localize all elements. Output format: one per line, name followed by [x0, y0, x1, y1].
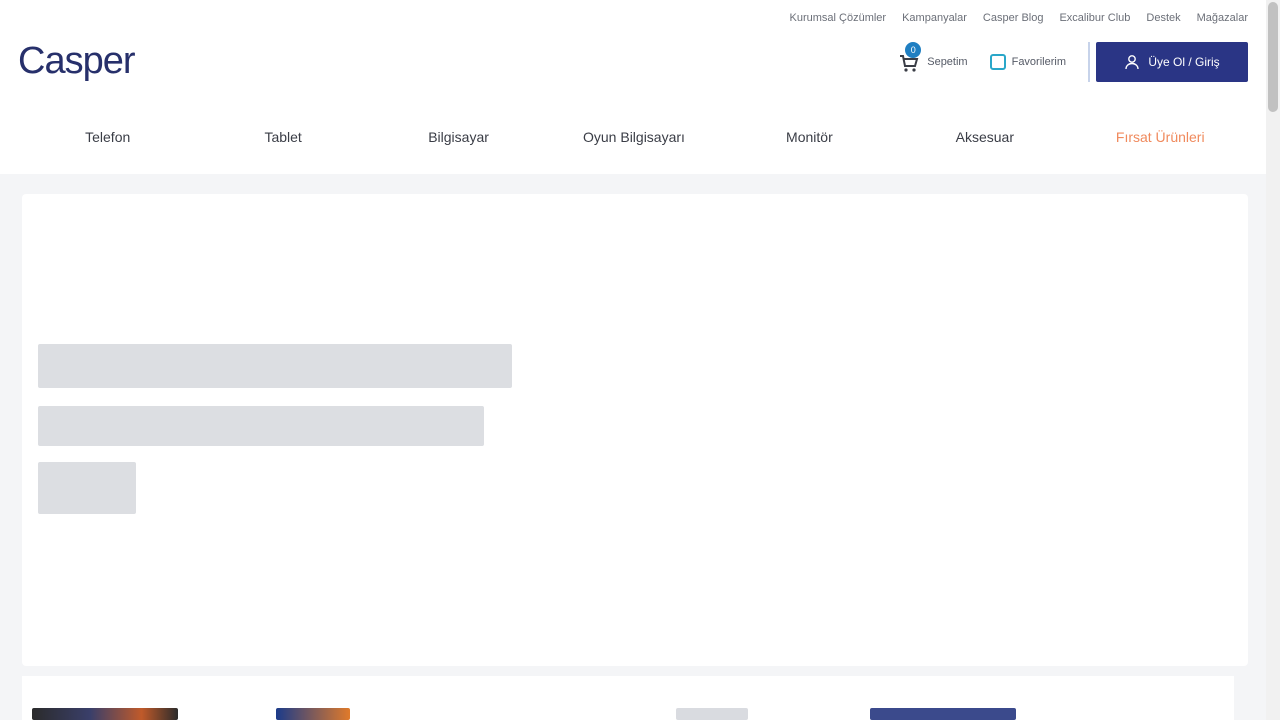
top-link-corporate[interactable]: Kurumsal Çözümler: [790, 12, 887, 24]
skeleton-title: [38, 344, 512, 388]
skeleton-button: [38, 462, 136, 514]
nav-item-tablet[interactable]: Tablet: [195, 110, 370, 164]
top-link-campaigns[interactable]: Kampanyalar: [902, 12, 967, 24]
top-link-stores[interactable]: Mağazalar: [1197, 12, 1248, 24]
top-link-support[interactable]: Destek: [1146, 12, 1180, 24]
header-divider: [1088, 42, 1090, 82]
product-thumbnail[interactable]: [676, 708, 748, 720]
main-nav: Telefon Tablet Bilgisayar Oyun Bilgisaya…: [20, 110, 1248, 164]
site-header: Casper Kurumsal Çözümler Kampanyalar Cas…: [0, 0, 1266, 174]
top-links: Kurumsal Çözümler Kampanyalar Casper Blo…: [790, 12, 1249, 24]
nav-item-phone[interactable]: Telefon: [20, 110, 195, 164]
scrollbar-thumb[interactable]: [1268, 2, 1278, 112]
login-register-button[interactable]: Üye Ol / Giriş: [1096, 42, 1248, 82]
nav-item-computer[interactable]: Bilgisayar: [371, 110, 546, 164]
favorites-button[interactable]: Favorilerim: [989, 54, 1066, 70]
favorites-label: Favorilerim: [1011, 56, 1066, 68]
favorites-icon: [989, 54, 1006, 70]
login-label: Üye Ol / Giriş: [1148, 55, 1220, 69]
top-link-excalibur-club[interactable]: Excalibur Club: [1059, 12, 1130, 24]
nav-item-deals[interactable]: Fırsat Ürünleri: [1073, 110, 1248, 164]
product-thumbnail[interactable]: [870, 708, 1016, 720]
nav-item-gaming-computer[interactable]: Oyun Bilgisayarı: [546, 110, 721, 164]
casper-logo[interactable]: Casper: [18, 40, 135, 83]
nav-item-monitor[interactable]: Monitör: [722, 110, 897, 164]
product-thumbnail[interactable]: [276, 708, 350, 720]
user-icon: [1125, 55, 1140, 70]
cart-button[interactable]: 0 Sepetim: [897, 42, 968, 74]
page-scrollbar[interactable]: [1266, 0, 1280, 720]
cart-icon-wrap: 0: [897, 42, 922, 74]
nav-item-accessories[interactable]: Aksesuar: [897, 110, 1072, 164]
top-link-blog[interactable]: Casper Blog: [983, 12, 1044, 24]
hero-banner-loading: [22, 194, 1248, 666]
cart-label: Sepetim: [927, 56, 968, 68]
product-thumbnail[interactable]: [32, 708, 178, 720]
skeleton-subtitle: [38, 406, 484, 446]
header-actions: 0 Sepetim Favorilerim Üye Ol / Giriş: [897, 42, 1248, 82]
product-strip: [22, 676, 1234, 720]
